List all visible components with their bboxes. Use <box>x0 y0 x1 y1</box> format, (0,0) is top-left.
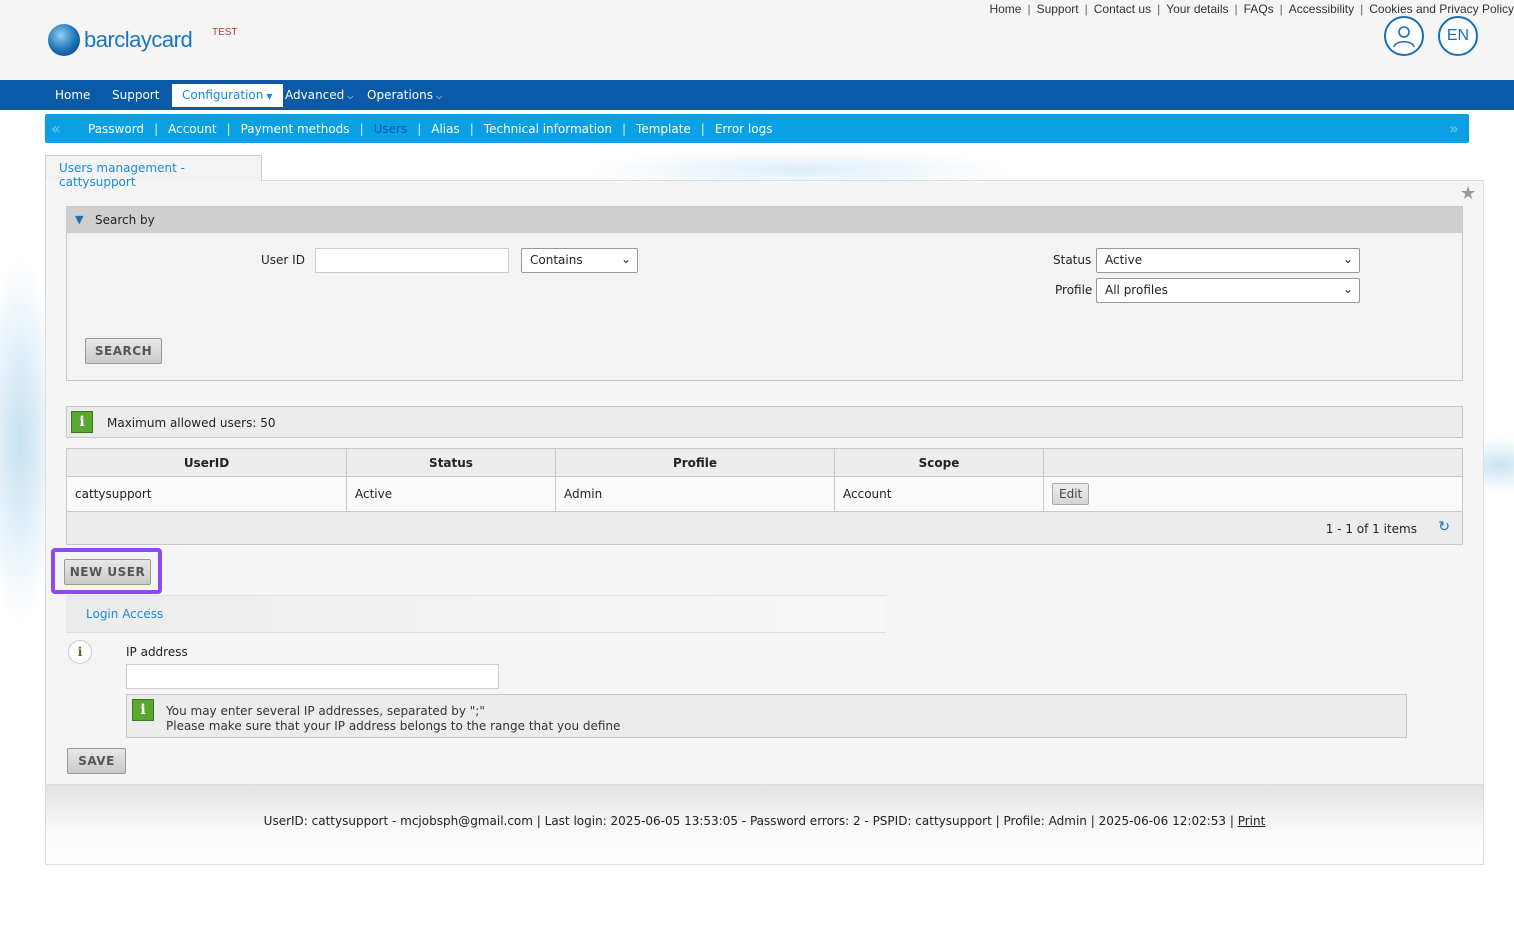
ip-address-label: IP address <box>126 645 188 659</box>
column-header-status[interactable]: Status <box>347 449 556 476</box>
top-link-accessibility[interactable]: Accessibility <box>1289 2 1354 16</box>
top-link-home[interactable]: Home <box>989 2 1021 16</box>
print-link[interactable]: Print <box>1238 814 1266 828</box>
chevron-down-icon: ⌄ <box>1342 282 1353 296</box>
highlight-box <box>51 548 162 594</box>
table-footer: 1 - 1 of 1 items ↻ <box>67 512 1462 544</box>
barclaycard-logo-icon <box>48 24 80 56</box>
footer-info-line: UserID: cattysupport - mcjobsph@gmail.co… <box>46 814 1483 828</box>
scroll-right-icon[interactable]: » <box>1449 119 1459 138</box>
top-link-support[interactable]: Support <box>1037 2 1079 16</box>
nav-configuration[interactable]: Configuration ▼ <box>172 84 283 107</box>
profile-label: Profile <box>1055 283 1093 297</box>
cell-scope: Account <box>835 477 1044 511</box>
refresh-icon[interactable]: ↻ <box>1438 519 1450 535</box>
subnav-alias[interactable]: Alias <box>431 122 459 136</box>
match-mode-value: Contains <box>530 253 583 267</box>
match-mode-select[interactable]: Contains ⌄ <box>521 248 638 273</box>
nav-operations[interactable]: Operations ⌵ <box>357 84 452 107</box>
profile-value: All profiles <box>1105 283 1168 297</box>
cell-userid: cattysupport <box>67 477 347 511</box>
subnav-payment-methods[interactable]: Payment methods <box>241 122 350 136</box>
ip-address-input[interactable] <box>126 664 499 689</box>
nav-advanced[interactable]: Advanced ⌵ <box>275 84 363 107</box>
sub-nav: « Password | Account | Payment methods | Users… <box>45 114 1469 143</box>
header: barclaycard TEST Home | Support | Contact us… <box>0 0 1514 80</box>
nav-operations-label: Operations <box>367 88 433 102</box>
env-badge: TEST <box>212 27 238 38</box>
profile-select[interactable]: All profiles ⌄ <box>1096 278 1360 303</box>
chevron-down-icon: ⌄ <box>620 252 631 266</box>
brand-logo[interactable]: barclaycard <box>48 24 193 56</box>
user-account-button[interactable] <box>1384 16 1424 56</box>
user-id-label: User ID <box>261 253 305 267</box>
nav-configuration-label: Configuration <box>182 88 264 102</box>
tab-users-management[interactable]: Users management - cattysupport <box>45 155 262 189</box>
info-icon: i <box>132 699 154 721</box>
main-nav: Home Support Configuration ▼ Advanced ⌵ Op… <box>0 80 1514 110</box>
cell-status: Active <box>347 477 556 511</box>
ip-hint-info: i You may enter several IP addresses, se… <box>126 694 1407 738</box>
users-table: UserID Status Profile Scope cattysupport… <box>66 448 1463 545</box>
edit-user-button[interactable]: Edit <box>1052 483 1090 505</box>
top-link-cookies[interactable]: Cookies and Privacy Policy <box>1369 2 1514 16</box>
top-link-contact[interactable]: Contact us <box>1094 2 1151 16</box>
user-id-input[interactable] <box>315 248 509 273</box>
favorite-star-icon[interactable]: ★ <box>1460 183 1476 204</box>
footer: UserID: cattysupport - mcjobsph@gmail.co… <box>45 785 1484 865</box>
footer-session-info: UserID: cattysupport - mcjobsph@gmail.co… <box>263 814 1234 828</box>
save-button[interactable]: SAVE <box>67 748 126 774</box>
login-access-title[interactable]: Login Access <box>86 607 163 621</box>
chevron-down-icon: ⌄ <box>1342 252 1353 266</box>
max-users-info: i Maximum allowed users: 50 <box>66 406 1463 438</box>
subnav-template[interactable]: Template <box>636 122 691 136</box>
subnav-error-logs[interactable]: Error logs <box>715 122 773 136</box>
top-link-your-details[interactable]: Your details <box>1166 2 1228 16</box>
status-label: Status <box>1053 253 1092 267</box>
subnav-password[interactable]: Password <box>88 122 144 136</box>
search-section-header[interactable]: ▼ Search by <box>67 207 1462 233</box>
ip-hint-line2: Please make sure that your IP address be… <box>166 719 621 733</box>
language-button[interactable]: EN <box>1438 16 1478 56</box>
subnav-technical-information[interactable]: Technical information <box>484 122 612 136</box>
max-users-text: Maximum allowed users: 50 <box>107 416 276 430</box>
caret-down-icon: ▼ <box>266 92 273 101</box>
subnav-users[interactable]: Users <box>374 122 408 136</box>
ip-hint-line1: You may enter several IP addresses, sepa… <box>166 704 485 718</box>
table-header-row: UserID Status Profile Scope <box>67 449 1462 477</box>
status-select[interactable]: Active ⌄ <box>1096 248 1360 273</box>
info-icon: i <box>71 411 93 433</box>
table-row: cattysupport Active Admin Account Edit <box>67 477 1462 512</box>
cell-actions: Edit <box>1044 477 1462 511</box>
cell-profile: Admin <box>556 477 835 511</box>
nav-home[interactable]: Home <box>45 84 100 107</box>
search-section-title: Search by <box>95 213 155 227</box>
login-access-section: Login Access <box>66 595 886 633</box>
scroll-left-icon[interactable]: « <box>51 119 61 138</box>
top-links: Home | Support | Contact us | Your details | FAQ… <box>989 2 1514 16</box>
nav-advanced-label: Advanced <box>285 88 345 102</box>
status-value: Active <box>1105 253 1143 267</box>
column-header-scope[interactable]: Scope <box>835 449 1044 476</box>
column-header-actions <box>1044 449 1462 476</box>
user-icon <box>1393 26 1415 48</box>
subnav-account[interactable]: Account <box>168 122 216 136</box>
help-info-icon[interactable]: i <box>68 640 92 664</box>
pagination-text: 1 - 1 of 1 items <box>1325 522 1417 536</box>
top-link-faqs[interactable]: FAQs <box>1244 2 1274 16</box>
collapse-triangle-icon: ▼ <box>75 213 84 226</box>
chevron-down-icon: ⌵ <box>347 92 354 101</box>
search-button[interactable]: SEARCH <box>85 338 162 364</box>
chevron-down-icon: ⌵ <box>435 92 443 101</box>
brand-name: barclaycard <box>84 27 193 52</box>
nav-support[interactable]: Support <box>102 84 169 107</box>
column-header-userid[interactable]: UserID <box>67 449 347 476</box>
column-header-profile[interactable]: Profile <box>556 449 835 476</box>
